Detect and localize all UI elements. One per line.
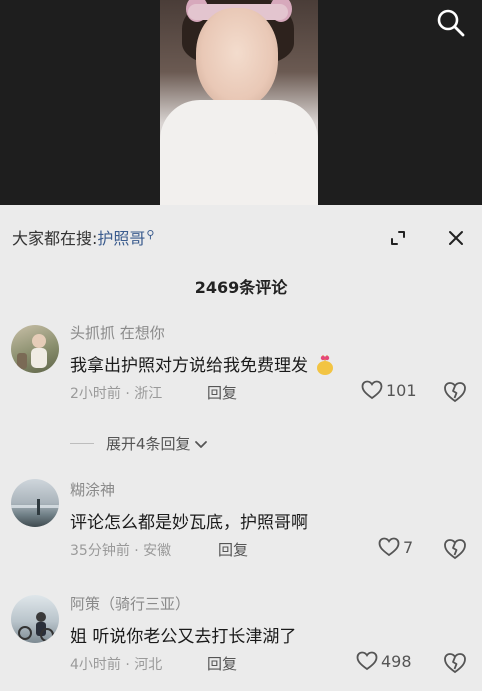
- search-suggestion[interactable]: 大家都在搜:护照哥⚲: [12, 225, 154, 249]
- avatar-image: [18, 612, 54, 642]
- video-face: [196, 8, 278, 108]
- close-icon: [449, 231, 463, 245]
- small-search-icon: ⚲: [146, 228, 155, 241]
- expand-replies-label: 展开4条回复: [106, 435, 191, 453]
- like-count: 101: [386, 380, 417, 400]
- expand-divider: [70, 443, 94, 444]
- avatar-image: [17, 334, 47, 369]
- heart-icon: [361, 380, 383, 400]
- search-suggestion-term[interactable]: 护照哥: [97, 229, 145, 248]
- like-count: 7: [403, 537, 414, 557]
- comment-text: 我拿出护照对方说给我免费理发: [70, 351, 335, 376]
- comment-item: 头抓抓 在想你 我拿出护照对方说给我免费理发 2小时前 · 浙江 回复 101: [0, 322, 482, 412]
- broken-heart-icon: [444, 539, 466, 560]
- search-icon: [437, 9, 465, 37]
- comment-item: 糊涂神 评论怎么都是妙瓦底，护照哥啊 35分钟前 · 安徽 回复 7: [0, 479, 482, 569]
- like-button[interactable]: 7: [378, 537, 413, 557]
- like-button[interactable]: 101: [361, 380, 417, 400]
- comment-username[interactable]: 头抓抓 在想你: [70, 322, 165, 343]
- close-button[interactable]: [441, 223, 471, 253]
- avatar-image: [11, 499, 59, 515]
- avatar[interactable]: [11, 479, 59, 527]
- minimize-icon: [391, 231, 405, 245]
- reply-button[interactable]: 回复: [207, 382, 237, 403]
- like-button[interactable]: 498: [356, 651, 412, 671]
- video-player[interactable]: [0, 0, 482, 205]
- broken-heart-icon: [444, 382, 466, 403]
- dislike-button[interactable]: [443, 381, 467, 403]
- dislike-button[interactable]: [443, 652, 467, 674]
- dislike-button[interactable]: [443, 538, 467, 560]
- comment-username[interactable]: 阿策（骑行三亚）: [70, 593, 190, 614]
- chevron-down-icon: [194, 440, 207, 448]
- comment-text: 姐 听说你老公又去打长津湖了: [70, 627, 297, 647]
- comment-text-content: 我拿出护照对方说给我免费理发: [70, 356, 308, 376]
- search-suggestion-prefix: 大家都在搜:: [12, 229, 98, 248]
- reply-button[interactable]: 回复: [207, 653, 237, 674]
- video-sweater: [160, 100, 318, 205]
- comment-username[interactable]: 糊涂神: [70, 479, 115, 500]
- avatar[interactable]: [11, 325, 59, 373]
- heart-icon: [356, 651, 378, 671]
- expand-replies-button[interactable]: 展开4条回复: [70, 433, 209, 454]
- comment-item: 阿策（骑行三亚） 姐 听说你老公又去打长津湖了 4小时前 · 河北 回复 498: [0, 593, 482, 683]
- minimize-button[interactable]: [383, 223, 413, 253]
- comment-meta: 4小时前 · 河北: [70, 657, 163, 673]
- search-button[interactable]: [436, 8, 466, 38]
- like-count: 498: [381, 651, 412, 671]
- comments-count-title: 2469条评论: [194, 278, 288, 297]
- heart-icon: [378, 537, 400, 557]
- video-frame: [160, 0, 318, 205]
- money-bag-emoji: [317, 355, 334, 375]
- comment-meta: 2小时前 · 浙江: [70, 386, 163, 402]
- comments-panel: 大家都在搜:护照哥⚲ 2469条评论 头抓抓 在想你 我拿出护照对方说给我免费理…: [0, 205, 482, 691]
- comment-meta: 35分钟前 · 安徽: [70, 543, 172, 559]
- reply-button[interactable]: 回复: [218, 539, 248, 560]
- broken-heart-icon: [444, 653, 466, 674]
- comment-text: 评论怎么都是妙瓦底，护照哥啊: [70, 513, 308, 533]
- avatar[interactable]: [11, 595, 59, 643]
